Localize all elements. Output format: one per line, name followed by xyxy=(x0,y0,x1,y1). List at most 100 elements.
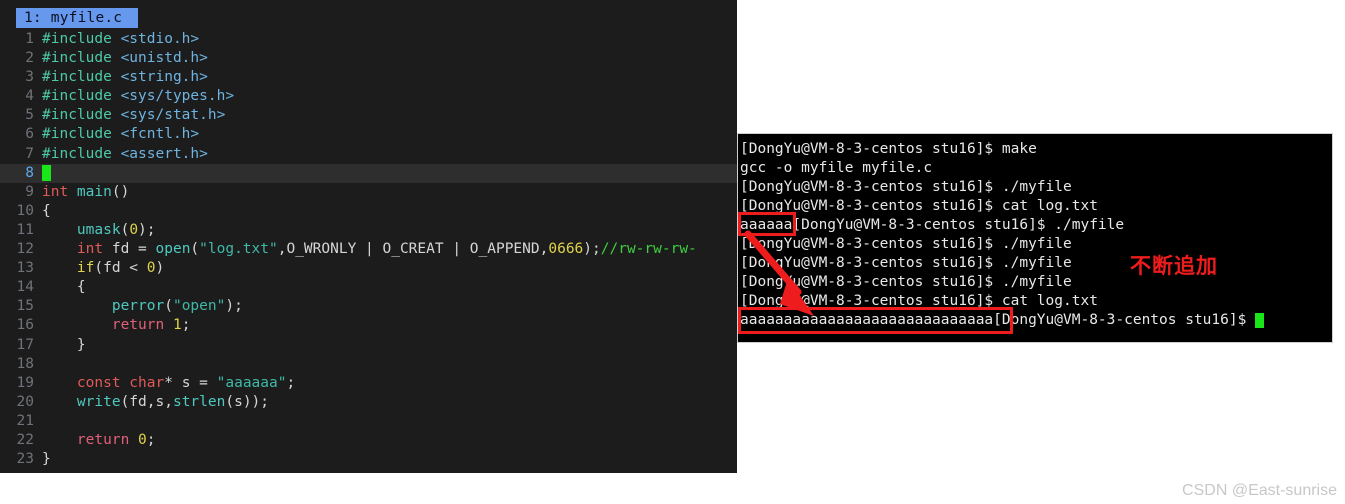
line-number: 11 xyxy=(16,221,34,238)
code-token: perror xyxy=(111,298,165,315)
code-line: 15 perror("open"); xyxy=(0,297,737,316)
terminal-line: [DongYu@VM-8-3-centos stu16]$ ./myfile xyxy=(740,236,1072,252)
code-token: #include xyxy=(42,107,121,124)
code-token: { xyxy=(42,202,51,219)
code-line: 17 } xyxy=(0,336,737,355)
code-line-text: #include <sys/types.h> xyxy=(42,87,737,106)
code-line-text: int main() xyxy=(42,183,737,202)
code-line: 11 umask(0); xyxy=(0,221,737,240)
code-editor-pane: 1: myfile.c 1 #include <stdio.h> 2 #include… xyxy=(0,0,737,473)
code-line: 3 #include <string.h> xyxy=(0,68,737,87)
line-number: 7 xyxy=(25,145,34,162)
code-line: 1 #include <stdio.h> xyxy=(0,30,737,49)
code-line: 16 return 1; xyxy=(0,316,737,335)
code-line-text: const char* s = "aaaaaa"; xyxy=(42,374,737,393)
line-number: 14 xyxy=(16,279,34,296)
terminal-line: [DongYu@VM-8-3-centos stu16]$ cat log.tx… xyxy=(740,198,1098,214)
code-lines-container: 1 #include <stdio.h> 2 #include <unistd.h> 3… xyxy=(0,30,737,469)
code-line: 18 xyxy=(0,355,737,374)
code-line: 9 int main() xyxy=(0,183,737,202)
code-line-text: #include <assert.h> xyxy=(42,145,737,164)
line-number: 6 xyxy=(25,126,34,143)
code-token: <sys/types.h> xyxy=(120,88,235,105)
line-number: 19 xyxy=(16,374,34,391)
code-token: <stdio.h> xyxy=(120,31,200,47)
terminal-line: aaaaaa[DongYu@VM-8-3-centos stu16]$ ./my… xyxy=(740,217,1125,233)
line-number: 8 xyxy=(25,164,34,181)
code-line-text: #include <sys/stat.h> xyxy=(42,106,737,125)
code-line-text: return 0; xyxy=(42,431,737,450)
code-token: return xyxy=(76,431,139,448)
code-token: ( xyxy=(164,298,173,315)
code-line-text: #include <stdio.h> xyxy=(42,30,737,49)
code-token: open xyxy=(155,241,191,258)
code-token: //rw-rw-rw- xyxy=(600,241,697,258)
code-token: (fd < xyxy=(94,260,147,277)
code-line: 13 if(fd < 0) xyxy=(0,259,737,278)
code-line: 6 #include <fcntl.h> xyxy=(0,125,737,144)
code-line-text: #include <string.h> xyxy=(42,68,737,87)
code-line-text: perror("open"); xyxy=(42,297,737,316)
terminal-output: [DongYu@VM-8-3-centos stu16]$ make gcc -o… xyxy=(738,140,1332,330)
code-token: #include xyxy=(42,145,121,162)
code-token: 0 xyxy=(138,431,147,448)
code-line-text: #include <fcntl.h> xyxy=(42,125,737,144)
line-number: 18 xyxy=(16,355,34,372)
editor-tab-myfile-c[interactable]: 1: myfile.c xyxy=(16,8,139,28)
code-token: main xyxy=(76,183,112,200)
terminal-cursor xyxy=(1255,313,1265,328)
code-line: 4 #include <sys/types.h> xyxy=(0,87,737,106)
code-line-text xyxy=(42,164,737,183)
code-line: 23} xyxy=(0,450,737,469)
terminal-line: aaaaaaaaaaaaaaaaaaaaaaaaaaaaa[DongYu@VM-… xyxy=(738,311,1332,330)
line-number: 1 xyxy=(25,31,34,47)
code-token: ) xyxy=(155,260,165,277)
code-token: ( xyxy=(120,221,130,238)
terminal-line: gcc -o myfile myfile.c xyxy=(740,160,933,176)
code-line: 5 #include <sys/stat.h> xyxy=(0,106,737,125)
watermark-text: CSDN @East-sunrise xyxy=(1182,482,1337,499)
code-token: if xyxy=(76,260,95,277)
code-token: int xyxy=(76,241,112,258)
code-token: { xyxy=(76,279,86,296)
line-number: 3 xyxy=(25,69,34,86)
line-number: 12 xyxy=(16,241,34,258)
code-line: 14 { xyxy=(0,278,737,297)
code-line-text: { xyxy=(42,202,737,221)
terminal-line: [DongYu@VM-8-3-centos stu16]$ ./myfile xyxy=(740,274,1072,290)
code-token: int xyxy=(42,183,77,200)
code-token: <unistd.h> xyxy=(120,50,208,67)
code-token: fd = xyxy=(111,241,156,258)
code-line: 7 #include <assert.h> xyxy=(0,145,737,164)
code-line: 21 xyxy=(0,412,737,431)
line-number: 20 xyxy=(16,393,34,410)
line-number: 22 xyxy=(16,431,34,448)
code-token: ; xyxy=(146,431,156,448)
code-token: ); xyxy=(583,241,601,258)
code-line-text: { xyxy=(42,278,737,297)
code-token: #include xyxy=(42,88,121,105)
code-token: } xyxy=(42,451,51,468)
terminal-window[interactable]: [DongYu@VM-8-3-centos stu16]$ make gcc -o… xyxy=(737,133,1333,343)
line-number: 13 xyxy=(16,260,34,277)
code-token: #include xyxy=(42,31,121,47)
code-token: <fcntl.h> xyxy=(120,126,200,143)
code-line-text: umask(0); xyxy=(42,221,737,240)
code-token: 0 xyxy=(129,221,139,238)
code-token: #include xyxy=(42,126,121,143)
code-token: () xyxy=(111,183,130,200)
code-token: const char xyxy=(76,374,165,391)
line-number: 21 xyxy=(16,412,34,429)
code-token: ; xyxy=(181,317,191,334)
code-token: strlen xyxy=(172,393,226,410)
annotation-note-append: 不断追加 xyxy=(1130,254,1218,278)
code-line: 10 { xyxy=(0,202,737,221)
terminal-line: [DongYu@VM-8-3-centos stu16]$ cat log.tx… xyxy=(740,293,1098,309)
line-number: 15 xyxy=(16,298,34,315)
code-line: 8 xyxy=(0,163,737,183)
